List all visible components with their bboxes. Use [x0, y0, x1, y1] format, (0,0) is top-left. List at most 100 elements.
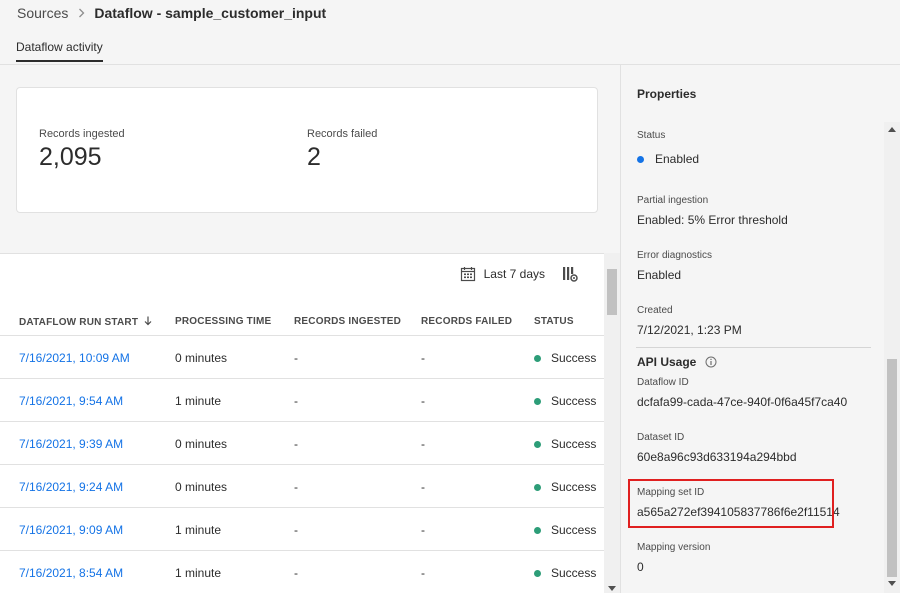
table-body: 7/16/2021, 10:09 AM 0 minutes - - Succes… [0, 336, 604, 593]
property-mapping-version: Mapping version 0 [637, 542, 710, 574]
scrollbar-thumb[interactable] [887, 359, 897, 577]
dataflow-runs-table: Last 7 days DATAFLOW RUN START PROCESSIN… [0, 253, 604, 593]
property-dataset-id: Dataset ID 60e8a96c93d633194a294bbd [637, 432, 797, 464]
run-start-link[interactable]: 7/16/2021, 9:09 AM [19, 523, 123, 537]
table-row: 7/16/2021, 9:24 AM 0 minutes - - Success [0, 465, 604, 508]
column-header-processing-time[interactable]: PROCESSING TIME [175, 316, 271, 327]
page-title: Dataflow - sample_customer_input [94, 5, 327, 21]
status-cell: Success [534, 351, 596, 365]
property-label: Mapping version [637, 542, 711, 553]
success-dot-icon [534, 397, 541, 405]
records-failed-cell: - [421, 437, 425, 451]
success-dot-icon [534, 440, 541, 448]
status-label: Success [551, 437, 597, 451]
calendar-icon [460, 267, 475, 282]
properties-title: Properties [637, 87, 697, 101]
run-start-link[interactable]: 7/16/2021, 9:54 AM [19, 394, 123, 408]
properties-scrollbar[interactable] [884, 122, 900, 593]
property-created: Created 7/12/2021, 1:23 PM [637, 305, 742, 337]
column-header-status[interactable]: STATUS [534, 316, 574, 327]
table-row: 7/16/2021, 9:39 AM 0 minutes - - Success [0, 422, 604, 465]
records-ingested-cell: - [294, 480, 298, 494]
divider [636, 347, 871, 348]
records-ingested-cell: - [294, 351, 298, 365]
column-header-records-failed[interactable]: RECORDS FAILED [421, 316, 512, 327]
table-row: 7/16/2021, 8:54 AM 1 minute - - Success [0, 551, 604, 593]
status-cell: Success [534, 480, 596, 494]
property-status: Status Enabled [637, 130, 699, 166]
metric-label: Records failed [307, 128, 378, 140]
property-dataflow-id: Dataflow ID dcfafa99-cada-47ce-940f-0f6a… [637, 377, 847, 409]
metric-value: 2,095 [39, 143, 102, 171]
info-icon[interactable] [705, 356, 717, 368]
records-failed-cell: - [421, 480, 425, 494]
table-header: DATAFLOW RUN START PROCESSING TIME RECOR… [0, 310, 604, 336]
records-ingested-cell: - [294, 523, 298, 537]
property-value: 7/12/2021, 1:23 PM [637, 323, 742, 337]
metric-records-ingested: Records ingested 2,095 [39, 128, 125, 172]
scroll-up-icon[interactable] [888, 127, 896, 132]
processing-time-cell: 1 minute [175, 566, 222, 580]
table-toolbar: Last 7 days [460, 266, 578, 282]
status-cell: Success [534, 523, 596, 537]
property-value: dcfafa99-cada-47ce-940f-0f6a45f7ca40 [637, 395, 848, 409]
api-usage-heading: API Usage [637, 355, 717, 369]
success-dot-icon [534, 569, 541, 577]
status-cell: Success [534, 566, 596, 580]
tab-dataflow-activity[interactable]: Dataflow activity [16, 40, 103, 62]
run-start-link[interactable]: 7/16/2021, 10:09 AM [19, 351, 130, 365]
table-row: 7/16/2021, 9:09 AM 1 minute - - Success [0, 508, 604, 551]
column-settings-icon [563, 267, 578, 282]
processing-time-cell: 1 minute [175, 523, 222, 537]
property-value: Enabled: 5% Error threshold [637, 213, 788, 227]
date-range-label: Last 7 days [483, 267, 545, 281]
processing-time-cell: 0 minutes [175, 480, 228, 494]
date-range-picker[interactable]: Last 7 days [460, 266, 545, 282]
property-label: Error diagnostics [637, 250, 713, 261]
status-cell: Success [534, 437, 596, 451]
property-label: Created [637, 305, 673, 316]
run-start-link[interactable]: 7/16/2021, 9:24 AM [19, 480, 123, 494]
table-row: 7/16/2021, 9:54 AM 1 minute - - Success [0, 379, 604, 422]
success-dot-icon [534, 354, 541, 362]
success-dot-icon [534, 526, 541, 534]
breadcrumb: Sources Dataflow - sample_customer_input [17, 5, 326, 21]
page-header: Sources Dataflow - sample_customer_input… [0, 0, 900, 65]
table-scrollbar[interactable] [604, 253, 620, 593]
metrics-card: Records ingested 2,095 Records failed 2 [16, 87, 598, 213]
arrow-down-icon [144, 316, 152, 329]
scroll-down-icon[interactable] [608, 586, 616, 591]
records-failed-cell: - [421, 523, 425, 537]
processing-time-cell: 0 minutes [175, 351, 228, 365]
mapping-set-highlight-box [628, 479, 834, 528]
chevron-right-icon [78, 6, 85, 21]
column-header-records-ingested[interactable]: RECORDS INGESTED [294, 316, 401, 327]
status-label: Success [551, 351, 597, 365]
column-settings-button[interactable] [562, 266, 578, 282]
status-label: Success [551, 523, 597, 537]
metric-records-failed: Records failed 2 [307, 128, 377, 172]
scroll-down-icon[interactable] [888, 581, 896, 586]
column-header-run-start[interactable]: DATAFLOW RUN START [19, 316, 152, 329]
property-partial-ingestion: Partial ingestion Enabled: 5% Error thre… [637, 195, 788, 227]
property-value: 0 [637, 560, 644, 574]
property-label: Partial ingestion [637, 195, 709, 206]
run-start-link[interactable]: 7/16/2021, 9:39 AM [19, 437, 123, 451]
breadcrumb-sources-link[interactable]: Sources [17, 5, 68, 21]
records-failed-cell: - [421, 566, 425, 580]
table-row: 7/16/2021, 10:09 AM 0 minutes - - Succes… [0, 336, 604, 379]
records-failed-cell: - [421, 394, 425, 408]
processing-time-cell: 0 minutes [175, 437, 228, 451]
status-cell: Success [534, 394, 596, 408]
status-label: Success [551, 480, 597, 494]
property-label: Dataset ID [637, 432, 685, 443]
metric-value: 2 [307, 143, 321, 171]
records-ingested-cell: - [294, 394, 298, 408]
metric-label: Records ingested [39, 128, 125, 140]
column-header-label: DATAFLOW RUN START [19, 317, 139, 328]
scrollbar-thumb[interactable] [607, 269, 617, 315]
property-value: 60e8a96c93d633194a294bbd [637, 450, 797, 464]
status-label: Success [551, 566, 597, 580]
status-label: Success [551, 394, 597, 408]
run-start-link[interactable]: 7/16/2021, 8:54 AM [19, 566, 123, 580]
